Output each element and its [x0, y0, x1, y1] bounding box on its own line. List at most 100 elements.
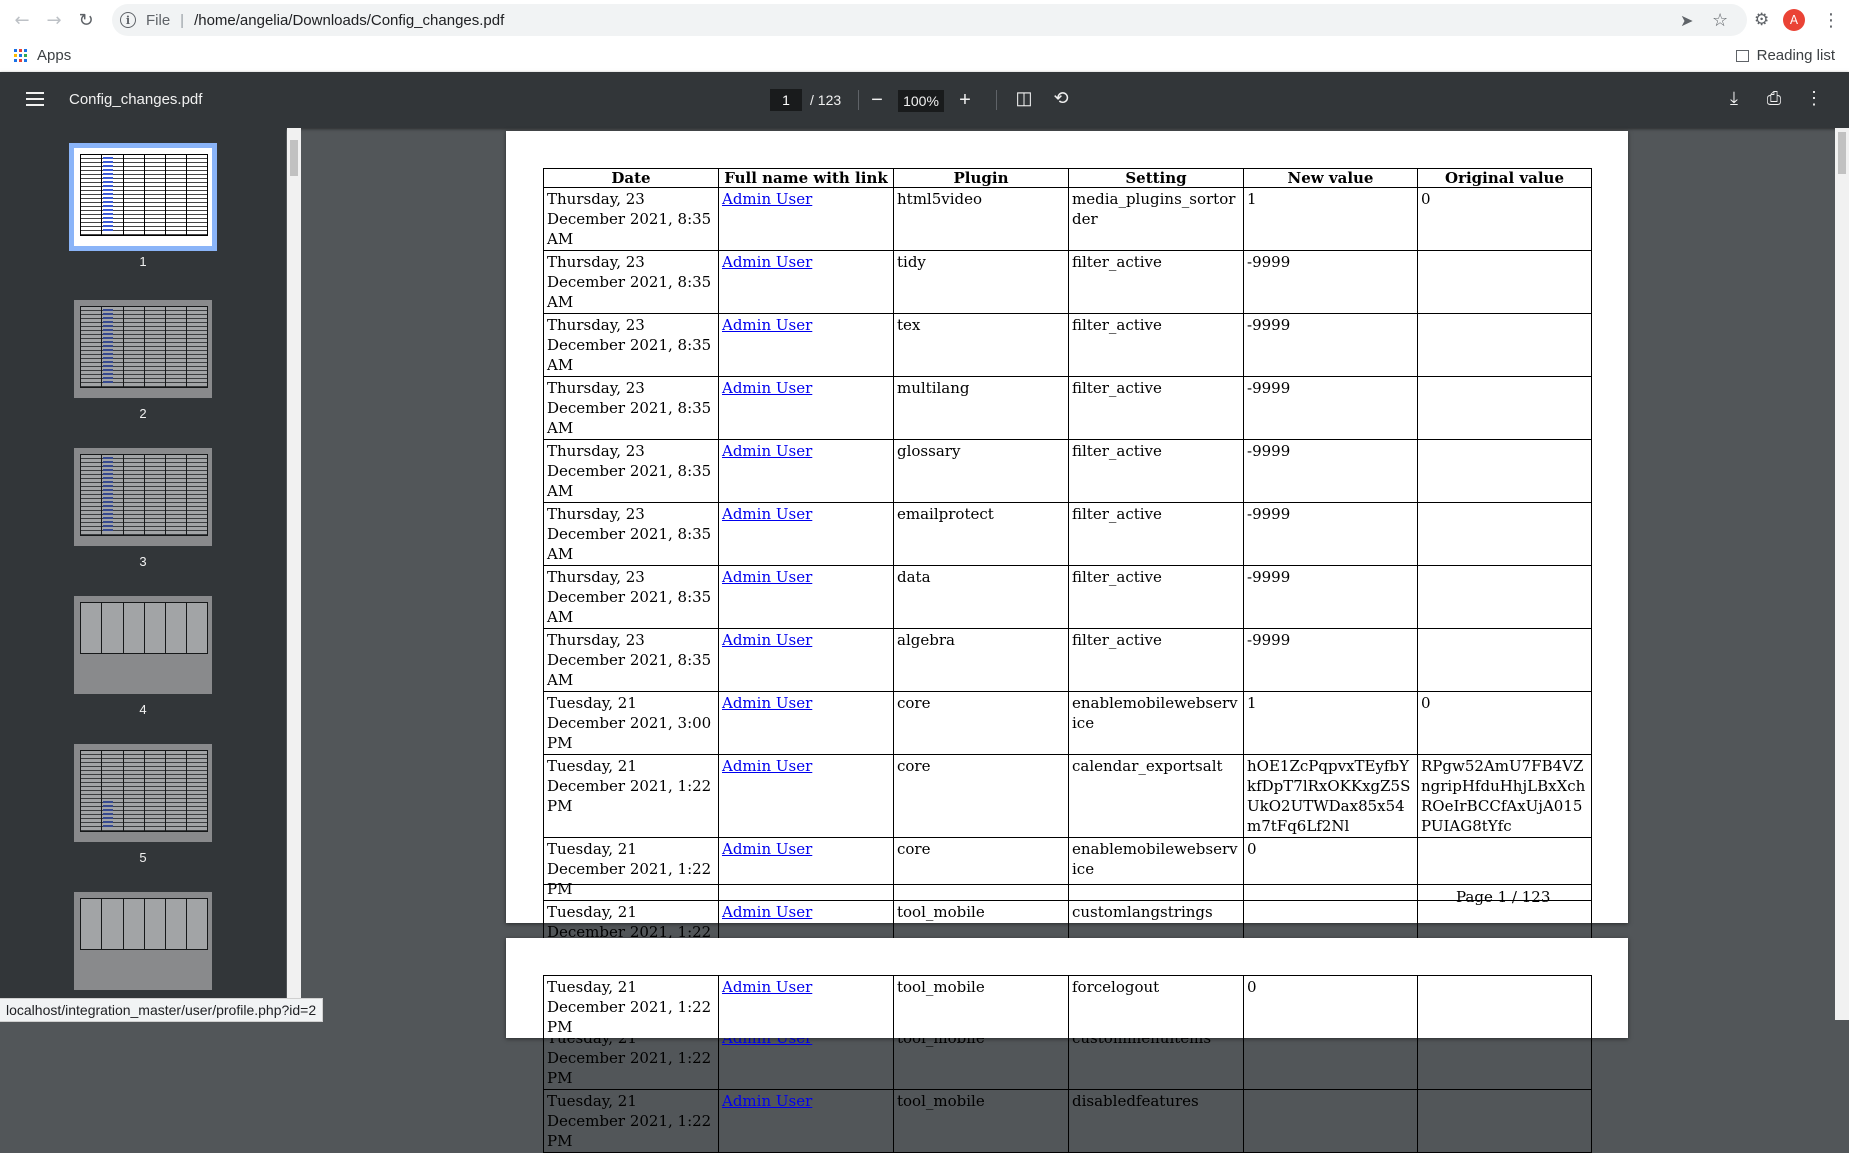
forward-icon[interactable]: → — [42, 0, 66, 40]
thumbnail-page-3[interactable]: 3 — [69, 448, 217, 569]
cell-plugin: core — [893, 754, 1069, 838]
bookmarks-bar: Apps Reading list — [0, 40, 1849, 73]
cell-new-value: 1 — [1243, 187, 1418, 251]
user-profile-link[interactable]: Admin User — [722, 379, 812, 397]
sidebar-scrollbar[interactable] — [287, 128, 301, 1020]
cell-plugin: html5video — [893, 187, 1069, 251]
browser-toolbar: ← → ↻ i File | /home/angelia/Downloads/C… — [0, 0, 1849, 40]
cell-plugin: multilang — [893, 376, 1069, 440]
page-number-input[interactable]: 1 — [770, 89, 802, 111]
thumbnail-sidebar: 1 2 3 4 5 — [0, 128, 286, 1020]
user-profile-link[interactable]: Admin User — [722, 631, 812, 649]
config-changes-table-page2: Tuesday, 21 December 2021, 1:22 PM Admin … — [543, 975, 1592, 1038]
cell-full-name: Admin User — [718, 313, 894, 377]
table-row: Thursday, 23 December 2021, 8:35 AM Admin… — [543, 502, 1592, 566]
cell-new-value: 0 — [1243, 975, 1418, 1038]
reload-icon[interactable]: ↻ — [74, 0, 98, 40]
cell-original-value — [1417, 250, 1592, 314]
pdf-page-1: Date Full name with link Plugin Setting … — [506, 131, 1628, 1153]
star-icon[interactable]: ☆ — [1712, 0, 1728, 40]
thumbnail-page-5[interactable]: 5 — [69, 744, 217, 865]
user-profile-link[interactable]: Admin User — [722, 505, 812, 523]
cell-plugin: core — [893, 691, 1069, 755]
table-row: Thursday, 23 December 2021, 8:35 AM Admin… — [543, 439, 1592, 503]
chrome-menu-icon[interactable]: ⋮ — [1822, 0, 1840, 40]
zoom-level[interactable]: 100% — [898, 89, 944, 112]
cell-original-value — [1417, 313, 1592, 377]
cell-plugin: algebra — [893, 628, 1069, 692]
user-profile-link[interactable]: Admin User — [722, 978, 812, 996]
user-profile-link[interactable]: Admin User — [722, 757, 812, 775]
apps-button[interactable]: Apps — [14, 47, 71, 64]
cell-original-value: RPgw52AmU7FB4VZngripHfduHhjLBxXchROeIrBC… — [1417, 754, 1592, 838]
cell-original-value — [1417, 1089, 1592, 1153]
print-icon[interactable]: ⎙ — [1763, 88, 1785, 109]
user-profile-link[interactable]: Admin User — [722, 442, 812, 460]
cell-setting: forcelogout — [1068, 975, 1244, 1038]
cell-date: Thursday, 23 December 2021, 8:35 AM — [543, 565, 719, 629]
user-profile-link[interactable]: Admin User — [722, 694, 812, 712]
thumbnail-image — [74, 448, 212, 546]
zoom-in-icon[interactable]: + — [958, 89, 972, 112]
thumbnail-page-4[interactable]: 4 — [69, 596, 217, 717]
cell-plugin: core — [893, 837, 1069, 901]
user-profile-link[interactable]: Admin User — [722, 253, 812, 271]
user-profile-link[interactable]: Admin User — [722, 840, 812, 858]
cell-plugin: tidy — [893, 250, 1069, 314]
cell-full-name: Admin User — [718, 565, 894, 629]
header-setting: Setting — [1068, 168, 1244, 188]
url-scheme: File — [146, 11, 171, 29]
thumbnail-page-6[interactable] — [69, 892, 217, 990]
thumbnail-number: 4 — [139, 702, 147, 717]
send-icon[interactable]: ➤ — [1680, 0, 1693, 40]
thumbnail-image — [74, 892, 212, 990]
cell-original-value: 0 — [1417, 187, 1592, 251]
header-full-name: Full name with link — [718, 168, 894, 188]
cell-full-name: Admin User — [718, 754, 894, 838]
reading-list-button[interactable]: Reading list — [1735, 47, 1835, 64]
table-row: Thursday, 23 December 2021, 8:35 AM Admin… — [543, 565, 1592, 629]
sidebar-menu-icon[interactable] — [26, 92, 44, 106]
cell-date: Thursday, 23 December 2021, 8:35 AM — [543, 313, 719, 377]
table-header-row: Date Full name with link Plugin Setting … — [543, 168, 1592, 188]
cell-full-name: Admin User — [718, 250, 894, 314]
extensions-icon[interactable]: ⚙ — [1754, 0, 1769, 40]
cell-new-value: 1 — [1243, 691, 1418, 755]
cell-new-value: -9999 — [1243, 376, 1418, 440]
address-bar[interactable]: i File | /home/angelia/Downloads/Config_… — [112, 4, 1747, 36]
cell-setting: filter_active — [1068, 628, 1244, 692]
cell-setting: filter_active — [1068, 565, 1244, 629]
cell-full-name: Admin User — [718, 502, 894, 566]
rotate-icon[interactable]: ⟲ — [1050, 88, 1072, 109]
download-icon[interactable]: ⤓ — [1723, 88, 1745, 109]
more-options-icon[interactable]: ⋮ — [1803, 88, 1825, 109]
table-row: Tuesday, 21 December 2021, 1:22 PMAdmin … — [543, 1089, 1592, 1153]
info-icon[interactable]: i — [120, 12, 136, 28]
page-number-footer: Page 1 / 123 — [1456, 888, 1551, 906]
user-profile-link[interactable]: Admin User — [722, 190, 812, 208]
cell-date: Thursday, 23 December 2021, 8:35 AM — [543, 187, 719, 251]
table-row: Thursday, 23 December 2021, 8:35 AM Admin… — [543, 313, 1592, 377]
user-profile-link[interactable]: Admin User — [722, 568, 812, 586]
cell-original-value — [1417, 565, 1592, 629]
document-scrollbar[interactable] — [1835, 128, 1849, 1020]
cell-plugin: emailprotect — [893, 502, 1069, 566]
cell-date: Thursday, 23 December 2021, 8:35 AM — [543, 439, 719, 503]
thumbnail-page-2[interactable]: 2 — [69, 300, 217, 421]
fit-page-icon[interactable]: ◫ — [1013, 88, 1035, 109]
reading-list-icon — [1735, 49, 1749, 62]
url-text[interactable]: /home/angelia/Downloads/Config_changes.p… — [194, 12, 504, 29]
user-profile-link[interactable]: Admin User — [722, 316, 812, 334]
table-row: Thursday, 23 December 2021, 8:35 AM Admin… — [543, 376, 1592, 440]
cell-date: Tuesday, 21 December 2021, 1:22 PM — [543, 754, 719, 838]
thumbnail-page-1[interactable]: 1 — [69, 143, 217, 269]
pdf-title: Config_changes.pdf — [69, 91, 203, 108]
cell-new-value: -9999 — [1243, 250, 1418, 314]
user-profile-link[interactable]: Admin User — [722, 1092, 812, 1110]
back-icon[interactable]: ← — [10, 0, 34, 40]
avatar: A — [1783, 9, 1805, 31]
pdf-page-2: Tuesday, 21 December 2021, 1:22 PM Admin … — [506, 938, 1628, 1038]
user-profile-link[interactable]: Admin User — [722, 903, 812, 921]
profile-avatar[interactable]: A — [1783, 0, 1805, 40]
zoom-out-icon[interactable]: − — [870, 89, 884, 112]
